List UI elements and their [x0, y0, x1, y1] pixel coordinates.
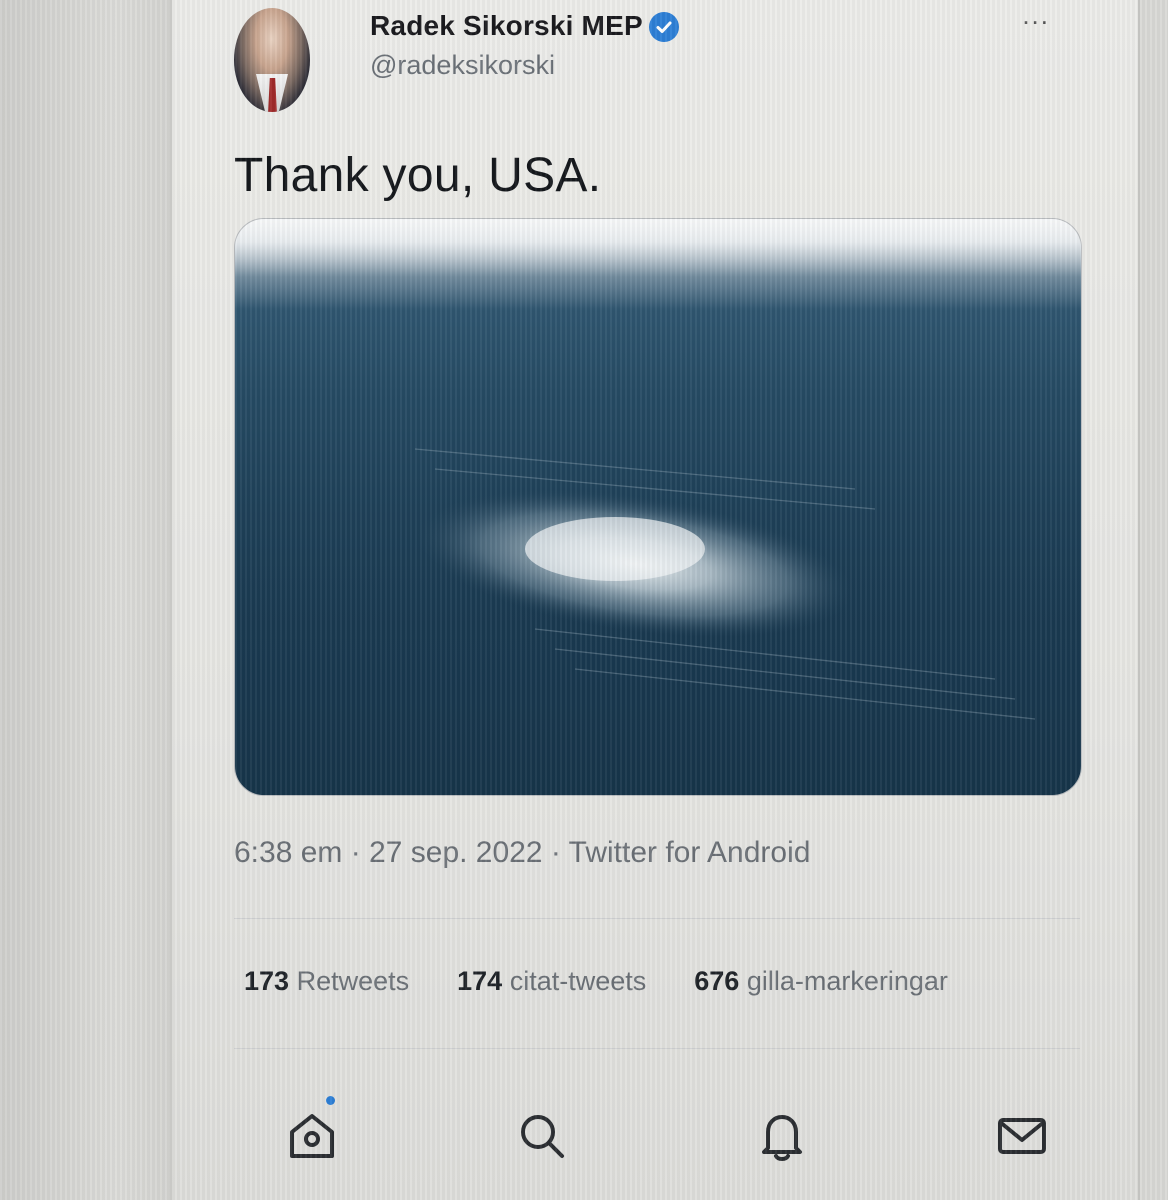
retweets-count: 173 [244, 966, 290, 996]
bottom-navigation [172, 1096, 1138, 1176]
quote-tweets-label: citat-tweets [509, 966, 647, 996]
likes-stat[interactable]: 676 gilla-markeringar [694, 966, 948, 997]
tweet-card: Radek Sikorski MEP @radeksikorski ... Th… [170, 0, 1140, 1200]
divider [234, 1048, 1080, 1049]
background-gutter [0, 0, 170, 1200]
verified-badge-icon [648, 12, 679, 42]
tweet-media-image[interactable] [234, 218, 1082, 796]
author-name-row: Radek Sikorski MEP [370, 10, 679, 42]
tweet-timestamp[interactable]: 6:38 em · 27 sep. 2022 · Twitter for And… [234, 836, 810, 870]
quote-tweets-stat[interactable]: 174 citat-tweets [457, 966, 646, 997]
author-handle[interactable]: @radeksikorski [370, 50, 555, 81]
avatar[interactable] [234, 8, 310, 112]
author-name[interactable]: Radek Sikorski MEP [370, 10, 643, 42]
tweet-text: Thank you, USA. [234, 149, 602, 202]
aerial-sea-photo [235, 219, 1081, 720]
bell-icon[interactable] [752, 1106, 812, 1166]
home-icon[interactable] [282, 1106, 342, 1166]
engagement-stats: 173 Retweets 174 citat-tweets 676 gilla-… [244, 966, 948, 997]
checkmark-icon [656, 21, 672, 33]
divider [234, 918, 1080, 919]
retweets-label: Retweets [296, 966, 410, 996]
retweets-stat[interactable]: 173 Retweets [244, 966, 409, 997]
mail-icon[interactable] [992, 1106, 1052, 1166]
more-options-icon[interactable]: ... [1022, 0, 1050, 31]
likes-label: gilla-markeringar [746, 966, 948, 996]
quote-tweets-count: 174 [457, 966, 503, 996]
notification-dot [326, 1096, 335, 1105]
likes-count: 676 [694, 966, 740, 996]
search-icon[interactable] [512, 1106, 572, 1166]
